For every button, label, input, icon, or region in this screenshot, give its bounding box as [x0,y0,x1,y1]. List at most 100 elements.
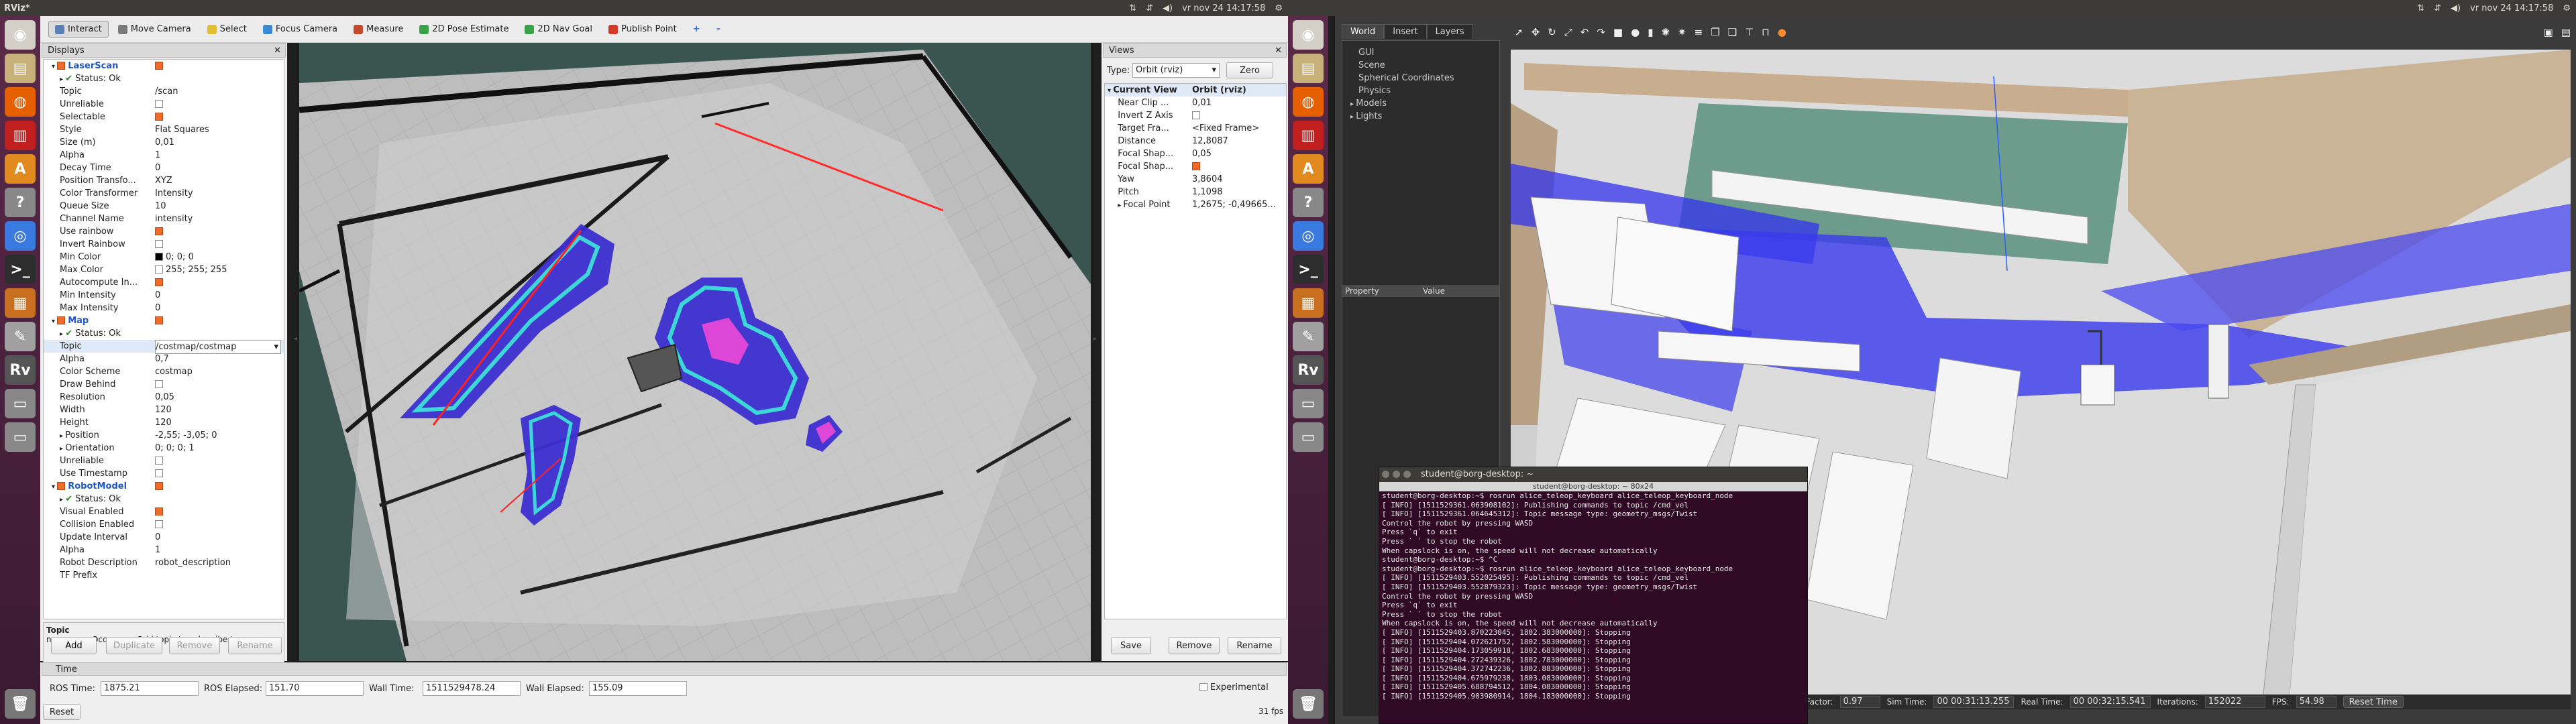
help-icon[interactable]: ? [1293,188,1324,217]
rviz-icon[interactable]: Rv [1293,355,1324,385]
copy-icon[interactable]: ❐ [1711,26,1719,38]
box-icon[interactable]: ■ [1613,26,1623,38]
terminal-window[interactable]: student@borg-desktop: ~ student@borg-des… [1379,467,1808,724]
dir-light-icon[interactable]: ≡ [1695,26,1703,38]
property-row[interactable]: Collision Enabled [44,518,284,531]
property-value[interactable]: 12,8087 [1192,136,1228,146]
volume-icon[interactable]: ◀) [2451,3,2461,13]
property-row[interactable]: ▸ ✔ Status: Ok [44,72,284,85]
property-row[interactable]: Color Transformer Intensity [44,187,284,200]
color-swatch[interactable] [155,265,163,274]
property-row[interactable]: Position Transfo... XYZ [44,174,284,187]
network-icon[interactable]: ⇵ [2434,3,2441,13]
property-row[interactable]: Visual Enabled [44,505,284,518]
text-editor-icon[interactable]: ✎ [5,322,36,351]
world-tree-item[interactable]: ▸ Lights [1350,111,1382,121]
select-tool[interactable]: Select [201,21,254,38]
property-row[interactable]: Focal Shap... [1105,160,1286,173]
snap-icon[interactable]: ⊓ [1762,26,1770,38]
add-tool-icon[interactable]: + [686,21,707,38]
property-value[interactable]: Flat Squares [155,125,209,135]
property-checkbox[interactable] [155,456,163,465]
drive-icon[interactable]: ▭ [5,422,36,452]
property-row[interactable]: Draw Behind [44,378,284,391]
ubuntu-icon[interactable]: ◉ [1293,20,1324,50]
property-value[interactable]: 0,05 [1192,149,1212,159]
world-tree-item[interactable]: Scene [1358,60,1385,70]
firefox-icon[interactable]: ◍ [5,87,36,117]
zero-button[interactable]: Zero [1226,62,1273,78]
libreoffice-icon[interactable]: ▥ [5,121,36,150]
property-row[interactable]: ▸ ✔ Status: Ok [44,493,284,505]
keyboard-icon[interactable]: ⇅ [1129,3,1136,13]
property-row[interactable]: Use Timestamp [44,467,284,480]
collapse-icon[interactable]: ▸ [1350,101,1356,108]
collapse-icon[interactable]: ▸ [60,496,65,503]
close-icon[interactable]: ✕ [274,46,281,56]
property-row[interactable]: ▸ ✔ Status: Ok [44,327,284,340]
color-swatch[interactable] [155,252,163,261]
property-row[interactable]: Pitch 1,1098 [1105,186,1286,198]
undo-icon[interactable]: ↶ [1580,26,1589,38]
property-row[interactable]: Selectable [44,111,284,123]
property-row[interactable]: ▸ Position -2,55; -3,05; 0 [44,429,284,442]
property-checkbox[interactable] [1192,111,1200,119]
chrome-icon[interactable]: ◎ [1293,221,1324,251]
property-value[interactable]: 0,05 [155,392,174,402]
ros-elapsed-field[interactable]: 151.70 [266,681,364,696]
keyboard-icon[interactable]: ⇅ [2417,3,2424,13]
gear-icon[interactable]: ⚙ [2563,3,2571,13]
tab-world[interactable]: World [1342,24,1385,39]
expand-icon[interactable]: ▾ [52,63,57,70]
world-tree-item[interactable]: Spherical Coordinates [1358,73,1454,83]
property-row[interactable]: Height 120 [44,416,284,429]
ros-time-field[interactable]: 1875.21 [101,681,199,696]
terminal-icon[interactable]: >_ [1293,255,1324,284]
interact-tool[interactable]: Interact [48,21,109,38]
property-value[interactable]: 1 [155,150,160,160]
property-value[interactable]: <Fixed Frame> [1192,123,1259,133]
clock[interactable]: vr nov 24 14:17:58 [1182,3,1265,13]
remove-display-button[interactable]: Remove [169,637,220,654]
property-value[interactable]: /costmap/costmap [156,342,236,352]
property-value[interactable]: robot_description [155,558,231,568]
property-value[interactable]: Intensity [155,188,193,198]
display-checkbox[interactable] [57,316,66,324]
reset-button[interactable]: Reset [43,704,80,720]
pose-estimate-tool[interactable]: 2D Pose Estimate [413,21,515,38]
ubuntu-icon[interactable]: ◉ [5,20,36,50]
focus-camera-tool[interactable]: Focus Camera [256,21,344,38]
property-row[interactable]: Queue Size 10 [44,200,284,213]
property-row[interactable]: Target Fra... <Fixed Frame> [1105,122,1286,135]
property-row[interactable]: Robot Description robot_description [44,556,284,569]
nav-goal-tool[interactable]: 2D Nav Goal [518,21,599,38]
property-checkbox[interactable] [1192,162,1200,170]
network-icon[interactable]: ⇵ [1146,3,1153,13]
remove-tool-icon[interactable]: – [710,21,728,38]
property-checkbox[interactable] [155,61,163,70]
world-tree-item[interactable]: ▸ Models [1350,99,1387,109]
measure-tool[interactable]: Measure [347,21,410,38]
property-value[interactable]: intensity [155,214,193,224]
property-row[interactable]: ▾ LaserScan [44,60,284,72]
current-view-row[interactable]: ▾ Current View Orbit (rviz) [1105,84,1286,97]
translate-icon[interactable]: ✥ [1532,26,1540,38]
minimize-icon[interactable] [1393,471,1400,478]
terminal-icon[interactable]: >_ [5,255,36,284]
property-row[interactable]: Focal Shap... 0,05 [1105,147,1286,160]
package-icon[interactable]: ▦ [1293,288,1324,318]
property-row[interactable]: Decay Time 0 [44,162,284,174]
property-value[interactable]: 0,01 [1192,98,1212,108]
collapse-icon[interactable]: ▸ [60,445,65,452]
property-row[interactable]: ▾ Map [44,314,284,327]
screenshot-icon[interactable]: ▣ [2544,26,2553,38]
property-value[interactable]: 0; 0; 0; 1 [155,443,195,453]
property-checkbox[interactable] [155,227,163,235]
property-row[interactable]: Alpha 1 [44,544,284,556]
display-checkbox[interactable] [57,61,66,70]
scale-icon[interactable]: ⤢ [1564,26,1572,38]
property-checkbox[interactable] [155,481,163,490]
files-icon[interactable]: ▤ [5,54,36,83]
property-value[interactable]: 0 [155,290,160,300]
property-row[interactable]: Unreliable [44,455,284,467]
